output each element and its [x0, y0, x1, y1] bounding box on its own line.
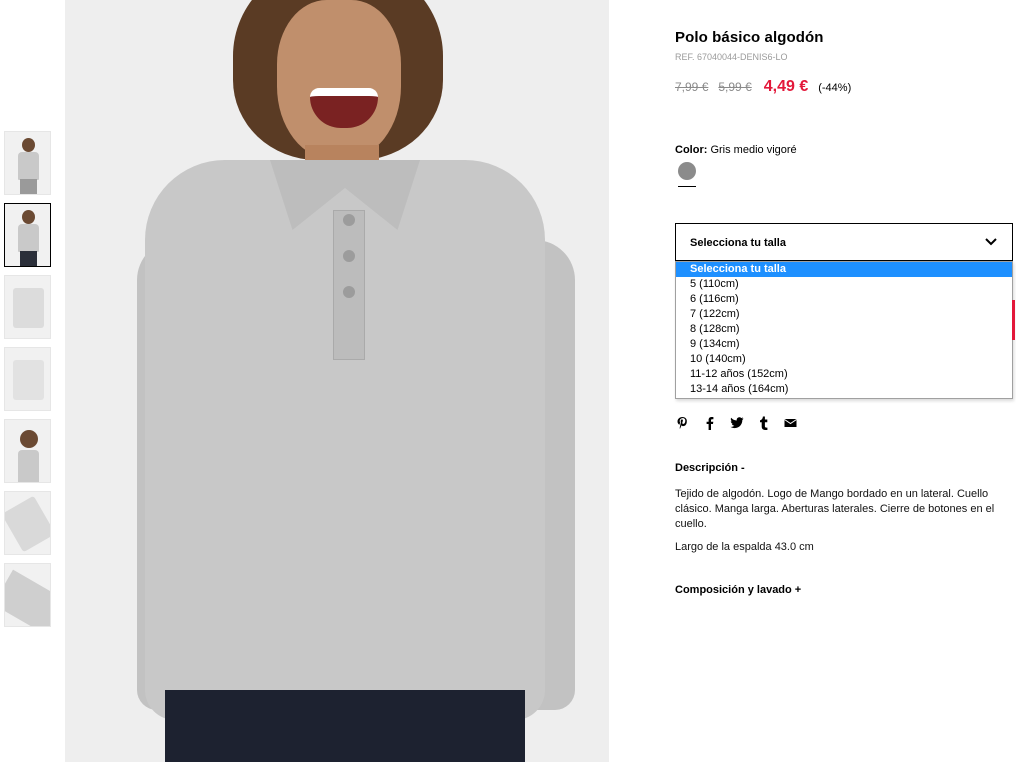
description-text: Tejido de algodón. Logo de Mango bordado…: [675, 488, 995, 530]
composition-heading[interactable]: Composición y lavado +: [675, 584, 801, 596]
thumbnail-5[interactable]: [4, 419, 51, 483]
thumbnail-2[interactable]: [4, 203, 51, 267]
price-sale: 4,49 €: [763, 78, 809, 95]
add-to-bag-button-edge[interactable]: [1012, 300, 1015, 340]
thumb-garment-front: [13, 288, 44, 328]
color-label-row: Color: Gris medio vigoré: [675, 144, 797, 156]
pinterest-icon[interactable]: [675, 415, 690, 430]
thumb-figure-head: [22, 138, 35, 152]
size-option[interactable]: Selecciona tu talla: [676, 262, 1012, 277]
description-length: Largo de la espalda 43.0 cm: [675, 541, 814, 553]
size-option[interactable]: 8 (128cm): [676, 322, 1012, 337]
shirt-button: [343, 214, 355, 226]
thumbnail-7[interactable]: [4, 563, 51, 627]
email-icon[interactable]: [783, 415, 798, 430]
product-reference: REF. 67040044-DENIS6-LO: [675, 52, 788, 62]
color-value: Gris medio vigoré: [710, 144, 797, 156]
shirt-button: [343, 286, 355, 298]
thumb-figure-body: [18, 450, 39, 482]
price-original: 7,99 €: [675, 80, 709, 94]
thumb-figure-legs: [20, 179, 37, 194]
thumb-figure-head: [22, 210, 35, 224]
thumbnail-6[interactable]: [4, 491, 51, 555]
shirt-button: [343, 250, 355, 262]
size-select[interactable]: Selecciona tu talla: [675, 223, 1013, 261]
twitter-icon[interactable]: [729, 415, 744, 430]
thumbnail-3[interactable]: [4, 275, 51, 339]
size-option[interactable]: 13-14 años (164cm): [676, 382, 1012, 397]
description-heading[interactable]: Descripción -: [675, 462, 745, 474]
thumbnail-4[interactable]: [4, 347, 51, 411]
size-dropdown-list: Selecciona tu talla 5 (110cm) 6 (116cm) …: [675, 261, 1013, 399]
thumb-figure-body: [18, 152, 39, 180]
facebook-icon[interactable]: [702, 415, 717, 430]
size-option[interactable]: 10 (140cm): [676, 352, 1012, 367]
share-icons: [675, 415, 798, 430]
color-swatch-grey[interactable]: [678, 162, 696, 180]
size-option[interactable]: 7 (122cm): [676, 307, 1012, 322]
thumb-garment-detail: [5, 569, 50, 626]
main-product-image[interactable]: [65, 0, 609, 762]
size-option[interactable]: 9 (134cm): [676, 337, 1012, 352]
thumbnail-1[interactable]: [4, 131, 51, 195]
swatch-selected-indicator: [678, 186, 696, 187]
tumblr-icon[interactable]: [756, 415, 771, 430]
price-previous: 5,99 €: [718, 80, 752, 94]
shirt-placket: [333, 210, 365, 360]
thumb-figure-body: [18, 224, 39, 252]
color-label: Color:: [675, 144, 708, 156]
size-option[interactable]: 5 (110cm): [676, 277, 1012, 292]
size-option[interactable]: 11-12 años (152cm): [676, 367, 1012, 382]
thumb-figure-head: [20, 430, 38, 448]
thumb-figure-legs: [20, 251, 37, 266]
thumb-garment-back: [13, 360, 44, 400]
price-row: 7,99 € 5,99 € 4,49 € (-44%): [675, 78, 851, 96]
discount-badge: (-44%): [818, 82, 852, 94]
product-title: Polo básico algodón: [675, 29, 824, 46]
chevron-down-icon: [985, 238, 997, 246]
size-option[interactable]: 6 (116cm): [676, 292, 1012, 307]
model-pants: [165, 690, 525, 762]
model-face: [277, 0, 401, 160]
thumb-garment-folded: [5, 495, 50, 553]
size-select-value: Selecciona tu talla: [690, 237, 786, 249]
thumbnail-gallery: [4, 131, 51, 635]
